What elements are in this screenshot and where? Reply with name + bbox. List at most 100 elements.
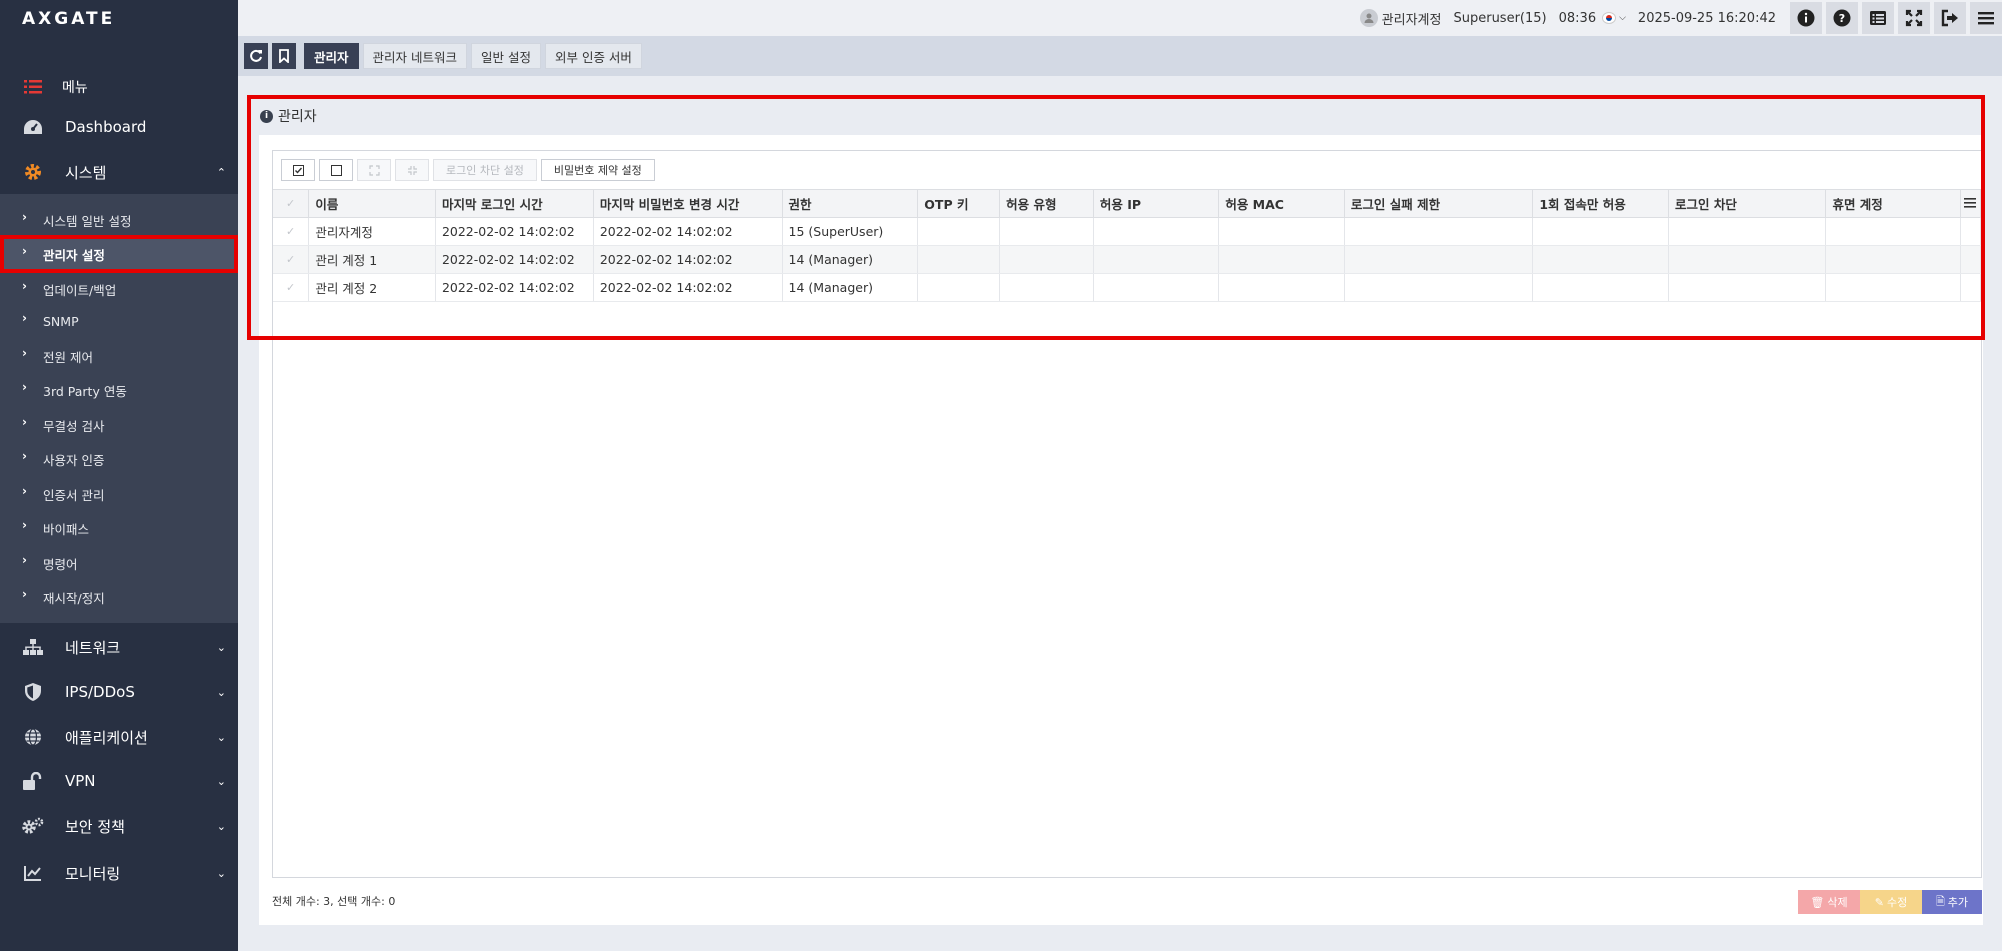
hamburger-icon <box>1963 198 1976 208</box>
row-checkbox[interactable]: ✓ <box>273 273 310 302</box>
shield-icon <box>22 681 44 703</box>
select-all-button[interactable] <box>281 159 315 181</box>
tab-admin-network[interactable]: 관리자 네트워크 <box>362 43 467 69</box>
edit-icon: ✎ <box>1874 895 1884 909</box>
sidebar-item-commands[interactable]: › 명령어 <box>0 548 238 578</box>
current-datetime: 2025-09-25 16:20:42 <box>1637 10 1776 26</box>
tab-general-settings[interactable]: 일반 설정 <box>471 43 541 69</box>
axgate-logo[interactable]: AXGATE <box>0 0 238 38</box>
row-checkbox[interactable]: ✓ <box>273 245 310 274</box>
expand-icon <box>368 164 380 176</box>
chevron-right-icon: › <box>22 587 27 601</box>
chevron-right-icon: › <box>22 415 27 429</box>
bookmark-button[interactable] <box>272 43 296 69</box>
col-last-password-change[interactable]: 마지막 비밀번호 변경 시간 <box>593 189 783 218</box>
sidebar-item-admin-settings[interactable]: › 관리자 설정 <box>0 235 238 273</box>
menu-header[interactable]: 메뉴 <box>0 72 238 102</box>
checked-box-icon <box>292 164 304 176</box>
edit-button[interactable]: ✎ 수정 <box>1860 890 1922 914</box>
col-privilege[interactable]: 권한 <box>782 189 919 218</box>
nav-vpn-label: VPN <box>65 772 96 790</box>
table-row[interactable]: ✓ 관리자계정 2022-02-02 14:02:02 2022-02-02 1… <box>273 217 1982 246</box>
login-block-settings-button[interactable]: 로그인 차단 설정 <box>433 159 537 181</box>
nav-security-policy-label: 보안 정책 <box>65 817 125 836</box>
password-policy-button[interactable]: 비밀번호 제약 설정 <box>540 159 655 181</box>
sidebar-item-integrity-check[interactable]: › 무결성 검사 <box>0 410 238 440</box>
nav-vpn[interactable]: VPN ⌄ <box>0 766 238 796</box>
nav-monitoring[interactable]: 모니터링 ⌄ <box>0 858 238 888</box>
col-dormant-account[interactable]: 휴면 계정 <box>1825 189 1961 218</box>
col-allowed-ip[interactable]: 허용 IP <box>1093 189 1220 218</box>
expand-button[interactable] <box>357 159 391 181</box>
language-selector[interactable]: ⌵ <box>1602 12 1626 24</box>
user-avatar-icon <box>1359 9 1378 27</box>
sidebar-item-restart-stop[interactable]: › 재시작/정지 <box>0 582 238 612</box>
list-alt-icon <box>1870 11 1886 25</box>
file-icon: 🗎 <box>1935 894 1945 908</box>
fullscreen-button[interactable] <box>1898 2 1930 34</box>
nav-dashboard[interactable]: Dashboard <box>0 112 238 142</box>
admin-grid: 로그인 차단 설정 비밀번호 제약 설정 ✓ 이름 마지막 로그인 시간 마지막… <box>272 150 1982 878</box>
row-checkbox[interactable]: ✓ <box>273 217 310 246</box>
hamburger-menu-button[interactable] <box>1970 2 2002 34</box>
col-name[interactable]: 이름 <box>308 189 436 218</box>
list-view-button[interactable] <box>1862 2 1894 34</box>
col-allowed-type[interactable]: 허용 유형 <box>999 189 1094 218</box>
table-header-row: ✓ 이름 마지막 로그인 시간 마지막 비밀번호 변경 시간 권한 OTP 키 … <box>273 189 1982 218</box>
sidebar-item-power-control[interactable]: › 전원 제어 <box>0 341 238 371</box>
sidebar-item-update-backup[interactable]: › 업데이트/백업 <box>0 274 238 304</box>
chevron-down-icon: ⌄ <box>216 640 226 654</box>
nav-network-label: 네트워크 <box>65 638 121 657</box>
delete-button[interactable]: 🗑 삭제 <box>1798 890 1860 914</box>
account-name[interactable]: 관리자계정 <box>1382 9 1442 28</box>
nav-dashboard-label: Dashboard <box>65 118 147 136</box>
sidebar-item-user-auth[interactable]: › 사용자 인증 <box>0 444 238 474</box>
nav-ips-label: IPS/DDoS <box>65 683 135 701</box>
col-last-login[interactable]: 마지막 로그인 시간 <box>435 189 594 218</box>
col-allowed-mac[interactable]: 허용 MAC <box>1218 189 1345 218</box>
chevron-right-icon: › <box>22 518 27 532</box>
svg-text:?: ? <box>1839 12 1845 25</box>
gears-icon <box>22 815 44 837</box>
deselect-all-button[interactable] <box>319 159 353 181</box>
sidebar-item-snmp[interactable]: › SNMP <box>0 306 238 336</box>
tab-admin[interactable]: 관리자 <box>304 43 359 69</box>
refresh-button[interactable] <box>244 43 268 69</box>
chevron-down-icon: ⌄ <box>216 866 226 880</box>
nav-application[interactable]: 애플리케이션 ⌄ <box>0 722 238 752</box>
info-button[interactable] <box>1790 2 1822 34</box>
sidebar-item-system-general[interactable]: › 시스템 일반 설정 <box>0 205 238 235</box>
nav-ips-ddos[interactable]: IPS/DDoS ⌄ <box>0 677 238 707</box>
col-login-fail-limit[interactable]: 로그인 실패 제한 <box>1344 189 1534 218</box>
col-login-block[interactable]: 로그인 차단 <box>1668 189 1827 218</box>
chevron-up-icon: ⌃ <box>216 165 226 179</box>
sidebar-item-3rd-party[interactable]: › 3rd Party 연동 <box>0 375 238 405</box>
col-otp-key[interactable]: OTP 키 <box>917 189 1001 218</box>
record-count: 전체 개수: 3, 선택 개수: 0 <box>272 895 396 908</box>
nav-security-policy[interactable]: 보안 정책 ⌄ <box>0 811 238 841</box>
table-row[interactable]: ✓ 관리 계정 2 2022-02-02 14:02:02 2022-02-02… <box>273 273 1982 302</box>
header-checkbox[interactable]: ✓ <box>273 189 310 218</box>
chevron-right-icon: › <box>22 449 27 463</box>
collapse-button[interactable] <box>395 159 429 181</box>
top-bar: 관리자계정 Superuser(15) 08:36 ⌵ 2025-09-25 1… <box>238 0 2002 36</box>
tab-external-auth-server[interactable]: 외부 인증 서버 <box>544 43 642 69</box>
sitemap-icon <box>22 636 44 658</box>
column-menu-button[interactable] <box>1960 189 1982 218</box>
dashboard-gauge-icon <box>22 116 44 138</box>
nav-network[interactable]: 네트워크 ⌄ <box>0 632 238 662</box>
add-button[interactable]: 🗎 추가 <box>1922 890 1982 914</box>
chevron-down-icon: ⌵ <box>1619 13 1626 23</box>
chevron-right-icon: › <box>22 311 27 325</box>
sidebar-item-certificates[interactable]: › 인증서 관리 <box>0 479 238 509</box>
sidebar-item-bypass[interactable]: › 바이패스 <box>0 513 238 543</box>
chevron-right-icon: › <box>22 380 27 394</box>
chevron-right-icon: › <box>22 210 27 224</box>
account-role: Superuser(15) <box>1453 10 1547 26</box>
col-single-session[interactable]: 1회 접속만 허용 <box>1532 189 1670 218</box>
nav-system[interactable]: 시스템 ⌃ <box>0 157 238 187</box>
gear-icon <box>22 161 44 183</box>
logout-button[interactable] <box>1934 2 1966 34</box>
help-button[interactable]: ? <box>1826 2 1858 34</box>
table-row[interactable]: ✓ 관리 계정 1 2022-02-02 14:02:02 2022-02-02… <box>273 245 1982 274</box>
